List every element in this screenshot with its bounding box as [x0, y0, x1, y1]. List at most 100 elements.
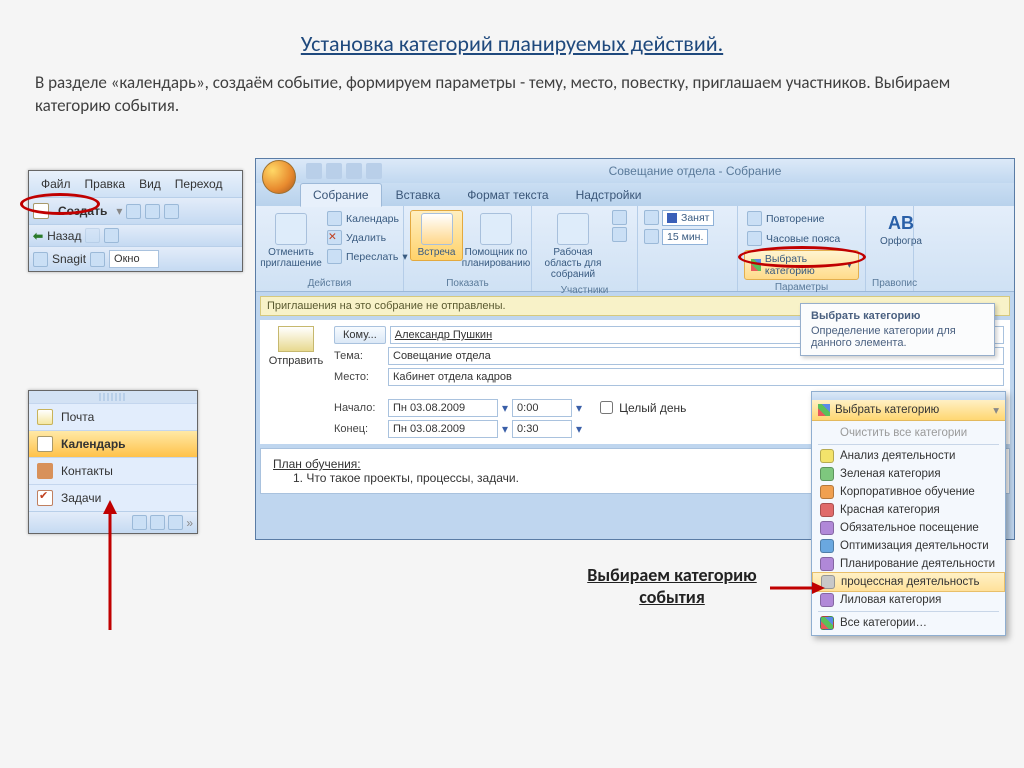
- location-label: Место:: [334, 371, 384, 383]
- attendee-icon[interactable]: [612, 210, 627, 225]
- slide-description: В разделе «календарь», создаём событие, …: [0, 57, 1024, 128]
- showas-combo[interactable]: Занят: [662, 210, 714, 226]
- category-item-label: Лиловая категория: [840, 594, 941, 606]
- options-group-label: Параметры: [744, 280, 859, 293]
- quick-access-toolbar: [306, 163, 382, 179]
- forward-small-icon: [327, 249, 342, 264]
- mail-icon: [37, 409, 53, 425]
- appointment-button[interactable]: Встреча: [410, 210, 463, 261]
- ribbon-tabs: Собрание Вставка Формат текста Надстройк…: [256, 183, 1014, 206]
- delete-icon: ✕: [327, 230, 342, 245]
- to-button[interactable]: Кому...: [334, 326, 386, 344]
- category-item-label: процессная деятельность: [841, 576, 979, 588]
- menu-go[interactable]: Переход: [169, 175, 229, 193]
- recurrence-icon: [747, 211, 762, 226]
- nav-icon[interactable]: [104, 228, 119, 243]
- highlight-oval-categorize: [738, 246, 866, 268]
- folder-icon[interactable]: [150, 515, 165, 530]
- menu-file[interactable]: Файл: [35, 175, 77, 193]
- book-icon[interactable]: [164, 204, 179, 219]
- back-button[interactable]: Назад: [47, 229, 81, 243]
- category-item[interactable]: Корпоративное обучение: [812, 483, 1005, 501]
- office-button[interactable]: [262, 160, 296, 194]
- redo-icon[interactable]: [346, 163, 362, 179]
- timezones-button[interactable]: Часовые пояса: [744, 230, 859, 247]
- timezones-icon: [747, 231, 762, 246]
- nav-mail[interactable]: Почта: [29, 403, 197, 430]
- category-item-label: Планирование деятельности: [840, 558, 995, 570]
- reminder-combo[interactable]: 15 мин.: [662, 229, 708, 245]
- arrow-to-category: [770, 580, 825, 596]
- window-combo[interactable]: Окно: [109, 250, 159, 268]
- delete-button[interactable]: ✕Удалить: [324, 229, 411, 246]
- end-date[interactable]: Пн 03.08.2009: [388, 420, 498, 438]
- scheduling-button[interactable]: Помощник по планированию: [467, 210, 525, 272]
- forward-button[interactable]: Переслать ▾: [324, 248, 411, 265]
- calendar-small-icon: [327, 211, 342, 226]
- spelling-button[interactable]: ABОрфогра: [872, 210, 930, 250]
- workspace-button[interactable]: Рабочая область для собраний: [538, 210, 608, 283]
- nav-calendar[interactable]: Календарь: [29, 430, 197, 457]
- category-color-swatch: [820, 503, 834, 517]
- nav-tasks-label: Задачи: [61, 491, 101, 505]
- category-item-label: Красная категория: [840, 504, 940, 516]
- contacts-icon: [37, 463, 53, 479]
- slide-title: Установка категорий планируемых действий…: [0, 0, 1024, 57]
- category-item[interactable]: Планирование деятельности: [812, 555, 1005, 573]
- start-date[interactable]: Пн 03.08.2009: [388, 399, 498, 417]
- category-clear[interactable]: Очистить все категории: [812, 424, 1005, 442]
- category-item[interactable]: Зеленая категория: [812, 465, 1005, 483]
- category-item[interactable]: Красная категория: [812, 501, 1005, 519]
- category-item-label: Анализ деятельности: [840, 450, 955, 462]
- forward-icon[interactable]: [85, 228, 100, 243]
- spelling-group-label: Правопис: [872, 276, 907, 289]
- category-header-label: Выбрать категорию: [835, 404, 939, 416]
- send-button[interactable]: Отправить: [269, 355, 324, 367]
- calendar-button[interactable]: Календарь: [324, 210, 411, 227]
- location-field[interactable]: Кабинет отдела кадров: [388, 368, 1004, 386]
- find-icon[interactable]: [145, 204, 160, 219]
- journal-icon[interactable]: [168, 515, 183, 530]
- undo-icon[interactable]: [326, 163, 342, 179]
- category-dropdown: Выбрать категорию ▾ Очистить все категор…: [811, 391, 1006, 636]
- allday-checkbox[interactable]: Целый день: [596, 398, 686, 417]
- tasks-icon: [37, 490, 53, 506]
- outlook-menubar-snippet: Файл Правка Вид Переход Создать ▾ ⬅ Наза…: [28, 170, 243, 272]
- menu-edit[interactable]: Правка: [79, 175, 132, 193]
- showas-icon: [644, 210, 659, 225]
- window-title: Совещание отдела - Собрание: [382, 164, 1008, 178]
- category-item[interactable]: процессная деятельность: [812, 572, 1005, 592]
- end-time[interactable]: 0:30: [512, 420, 572, 438]
- all-categories-icon: [820, 616, 834, 630]
- tab-format[interactable]: Формат текста: [454, 183, 561, 207]
- category-all[interactable]: Все категории…: [812, 614, 1005, 632]
- end-label: Конец:: [334, 423, 384, 435]
- print-icon[interactable]: [126, 204, 141, 219]
- category-color-swatch: [820, 467, 834, 481]
- category-item-label: Оптимизация деятельности: [840, 540, 989, 552]
- nav-contacts-label: Контакты: [61, 464, 113, 478]
- nav-mail-label: Почта: [61, 410, 94, 424]
- menu-view[interactable]: Вид: [133, 175, 167, 193]
- annotation-choose-category: Выбираем категорию события: [562, 564, 782, 608]
- tab-meeting[interactable]: Собрание: [300, 183, 382, 207]
- tab-insert[interactable]: Вставка: [383, 183, 454, 207]
- tab-addins[interactable]: Надстройки: [563, 183, 655, 207]
- start-time[interactable]: 0:00: [512, 399, 572, 417]
- response-icon[interactable]: [612, 227, 627, 242]
- shortcut-icon[interactable]: [132, 515, 147, 530]
- nav-contacts[interactable]: Контакты: [29, 457, 197, 484]
- category-color-swatch: [820, 449, 834, 463]
- category-item[interactable]: Оптимизация деятельности: [812, 537, 1005, 555]
- qat-more-icon[interactable]: [366, 163, 382, 179]
- categorize-icon: [818, 404, 830, 416]
- actions-group-label: Действия: [262, 276, 397, 289]
- reminder-icon: [644, 229, 659, 244]
- category-dropdown-header[interactable]: Выбрать категорию ▾: [812, 400, 1005, 421]
- category-item[interactable]: Обязательное посещение: [812, 519, 1005, 537]
- recurrence-button[interactable]: Повторение: [744, 210, 859, 227]
- category-item[interactable]: Анализ деятельности: [812, 447, 1005, 465]
- cancel-invitation-button[interactable]: Отменить приглашение: [262, 210, 320, 272]
- category-item[interactable]: Лиловая категория: [812, 591, 1005, 609]
- save-icon[interactable]: [306, 163, 322, 179]
